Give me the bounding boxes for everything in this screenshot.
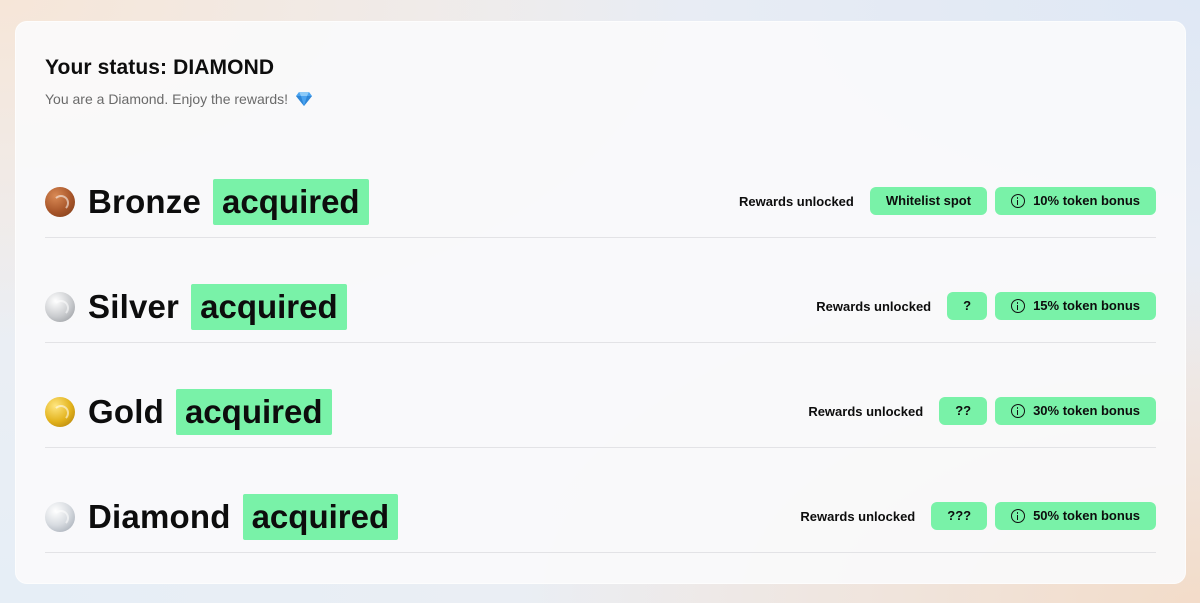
token-bonus-label: 10% token bonus (1033, 193, 1140, 208)
tier-name: Diamond (88, 498, 231, 535)
gem-icon (296, 92, 313, 106)
rewards-label: Rewards unlocked (738, 193, 854, 209)
token-bonus-pill[interactable]: 50% token bonus (995, 502, 1156, 530)
info-icon[interactable] (1011, 509, 1026, 523)
token-bonus-label: 15% token bonus (1033, 298, 1140, 313)
info-icon[interactable] (1011, 299, 1026, 313)
token-bonus-pill[interactable]: 10% token bonus (995, 187, 1156, 215)
tier-name: Gold (88, 393, 164, 430)
tier-name: Silver (88, 288, 180, 325)
reward-pill[interactable]: ?? (939, 397, 988, 425)
reward-pill[interactable]: ??? (931, 502, 988, 530)
token-bonus-label: 50% token bonus (1033, 508, 1140, 523)
status-title: Your status: DIAMOND (45, 56, 275, 79)
status-card: Your status: DIAMOND You are a Diamond. … (15, 21, 1186, 584)
tier-row-gold: Gold acquired Rewards unlocked ?? 30% to… (45, 388, 1156, 448)
tier-row-silver: Silver acquired Rewards unlocked ? 15% t… (45, 283, 1156, 343)
token-bonus-pill[interactable]: 15% token bonus (995, 292, 1156, 320)
reward-pill[interactable]: ? (947, 292, 988, 320)
info-icon[interactable] (1011, 404, 1026, 418)
reward-pill[interactable]: Whitelist spot (869, 187, 988, 215)
bronze-coin-icon (45, 187, 75, 217)
tier-row-diamond: Diamond acquired Rewards unlocked ??? 50… (45, 493, 1156, 553)
info-icon[interactable] (1011, 194, 1026, 208)
token-bonus-pill[interactable]: 30% token bonus (995, 397, 1156, 425)
token-bonus-label: 30% token bonus (1033, 403, 1140, 418)
tier-name: Bronze (88, 183, 202, 220)
rewards-label: Rewards unlocked (816, 298, 932, 314)
tier-row-bronze: Bronze acquired Rewards unlocked Whiteli… (45, 178, 1156, 238)
status-subtitle-text: You are a Diamond. Enjoy the rewards! (45, 91, 289, 107)
rewards-label: Rewards unlocked (808, 403, 924, 419)
status-subtitle: You are a Diamond. Enjoy the rewards! (45, 91, 313, 107)
acquired-badge: acquired (213, 179, 369, 225)
acquired-badge: acquired (242, 494, 399, 540)
acquired-badge: acquired (175, 389, 332, 435)
rewards-label: Rewards unlocked (800, 508, 916, 524)
gold-coin-icon (45, 397, 75, 427)
diamond-coin-icon (45, 502, 75, 532)
acquired-badge: acquired (191, 284, 347, 330)
silver-coin-icon (45, 292, 75, 322)
